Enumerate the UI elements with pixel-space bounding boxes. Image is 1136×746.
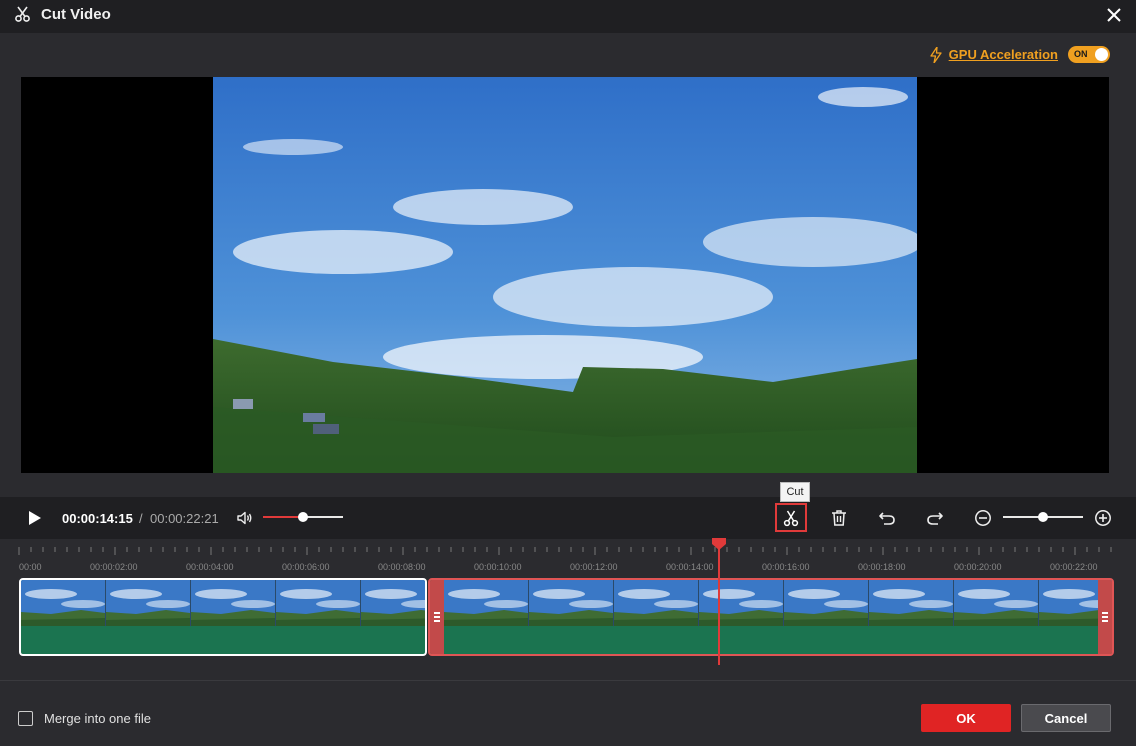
lightning-icon: [930, 46, 942, 63]
ruler-label: 00:00:18:00: [858, 562, 906, 572]
gpu-toggle-label: ON: [1074, 49, 1088, 59]
cut-icon: [783, 510, 799, 526]
clip-thumbnail: [21, 580, 106, 626]
volume-knob[interactable]: [298, 512, 308, 522]
delete-button[interactable]: [826, 505, 852, 531]
merge-label[interactable]: Merge into one file: [44, 711, 151, 726]
delete-icon: [832, 510, 846, 526]
clip-thumbnail: [614, 580, 699, 626]
ruler-label: 00:00:10:00: [474, 562, 522, 572]
ok-button[interactable]: OK: [921, 704, 1011, 732]
time-separator: /: [139, 511, 143, 526]
clip-thumbnail: [869, 580, 954, 626]
volume-icon[interactable]: [236, 509, 254, 527]
clip-thumbnail: [276, 580, 361, 626]
window-title: Cut Video: [41, 6, 111, 23]
zoom-in-button[interactable]: [1090, 505, 1116, 531]
ruler-label: 00:00:04:00: [186, 562, 234, 572]
clip-thumbnail: [106, 580, 191, 626]
clip-thumbnail: [529, 580, 614, 626]
zoom-out-icon: [975, 510, 991, 526]
title-bar: Cut Video: [0, 0, 1136, 33]
volume-slider[interactable]: [263, 512, 343, 522]
ruler-label: 00:00: [19, 562, 42, 572]
play-icon[interactable]: [28, 510, 42, 526]
video-clip-1[interactable]: [19, 578, 427, 656]
trim-handle-right[interactable]: [1098, 580, 1112, 654]
clip-thumbnails: [21, 580, 425, 626]
cancel-button[interactable]: Cancel: [1021, 704, 1111, 732]
merge-checkbox[interactable]: [18, 711, 33, 726]
ruler-label: 00:00:06:00: [282, 562, 330, 572]
scissors-icon: [15, 6, 30, 22]
cut-tooltip: Cut: [780, 482, 810, 502]
timeline[interactable]: 00:00 00:00:02:00 00:00:04:00 00:00:06:00 00…: [0, 539, 1136, 680]
zoom-knob[interactable]: [1038, 512, 1048, 522]
gpu-toggle-knob: [1095, 48, 1108, 61]
gpu-acceleration-link[interactable]: GPU Acceleration: [949, 47, 1058, 62]
gpu-acceleration: GPU Acceleration ON: [929, 46, 1110, 63]
zoom-in-icon: [1095, 510, 1111, 526]
clip-thumbnail: [444, 580, 529, 626]
current-time: 00:00:14:15: [62, 511, 133, 526]
clip-thumbnail: [954, 580, 1039, 626]
playback-controls: 00:00:14:15 / 00:00:22:21: [0, 497, 1136, 539]
ruler-label: 00:00:12:00: [570, 562, 618, 572]
ruler-label: 00:00:20:00: [954, 562, 1002, 572]
dialog-footer: Merge into one file OK Cancel: [0, 680, 1136, 746]
clip-thumbnail: [784, 580, 869, 626]
ruler-label: 00:00:22:00: [1050, 562, 1098, 572]
close-icon[interactable]: [1104, 5, 1124, 25]
undo-icon: [879, 512, 895, 525]
clip-thumbnails: [444, 580, 1112, 626]
redo-button[interactable]: [922, 505, 948, 531]
gpu-toggle[interactable]: ON: [1068, 46, 1110, 63]
total-time: 00:00:22:21: [150, 511, 219, 526]
ruler-label: 00:00:08:00: [378, 562, 426, 572]
clip-thumbnail: [699, 580, 784, 626]
playhead[interactable]: [718, 547, 720, 665]
trim-handle-left[interactable]: [430, 580, 444, 654]
redo-icon: [927, 512, 943, 525]
undo-button[interactable]: [874, 505, 900, 531]
ruler-label: 00:00:16:00: [762, 562, 810, 572]
volume-fill: [263, 516, 303, 518]
video-preview: [21, 77, 1109, 473]
zoom-out-button[interactable]: [970, 505, 996, 531]
video-clip-2[interactable]: [428, 578, 1114, 656]
clip-thumbnail: [191, 580, 276, 626]
ruler-label: 00:00:02:00: [90, 562, 138, 572]
clip-thumbnail: [361, 580, 425, 626]
video-frame: [213, 77, 917, 473]
cut-button[interactable]: [775, 503, 807, 532]
zoom-slider[interactable]: [1003, 512, 1083, 522]
ruler-label: 00:00:14:00: [666, 562, 714, 572]
